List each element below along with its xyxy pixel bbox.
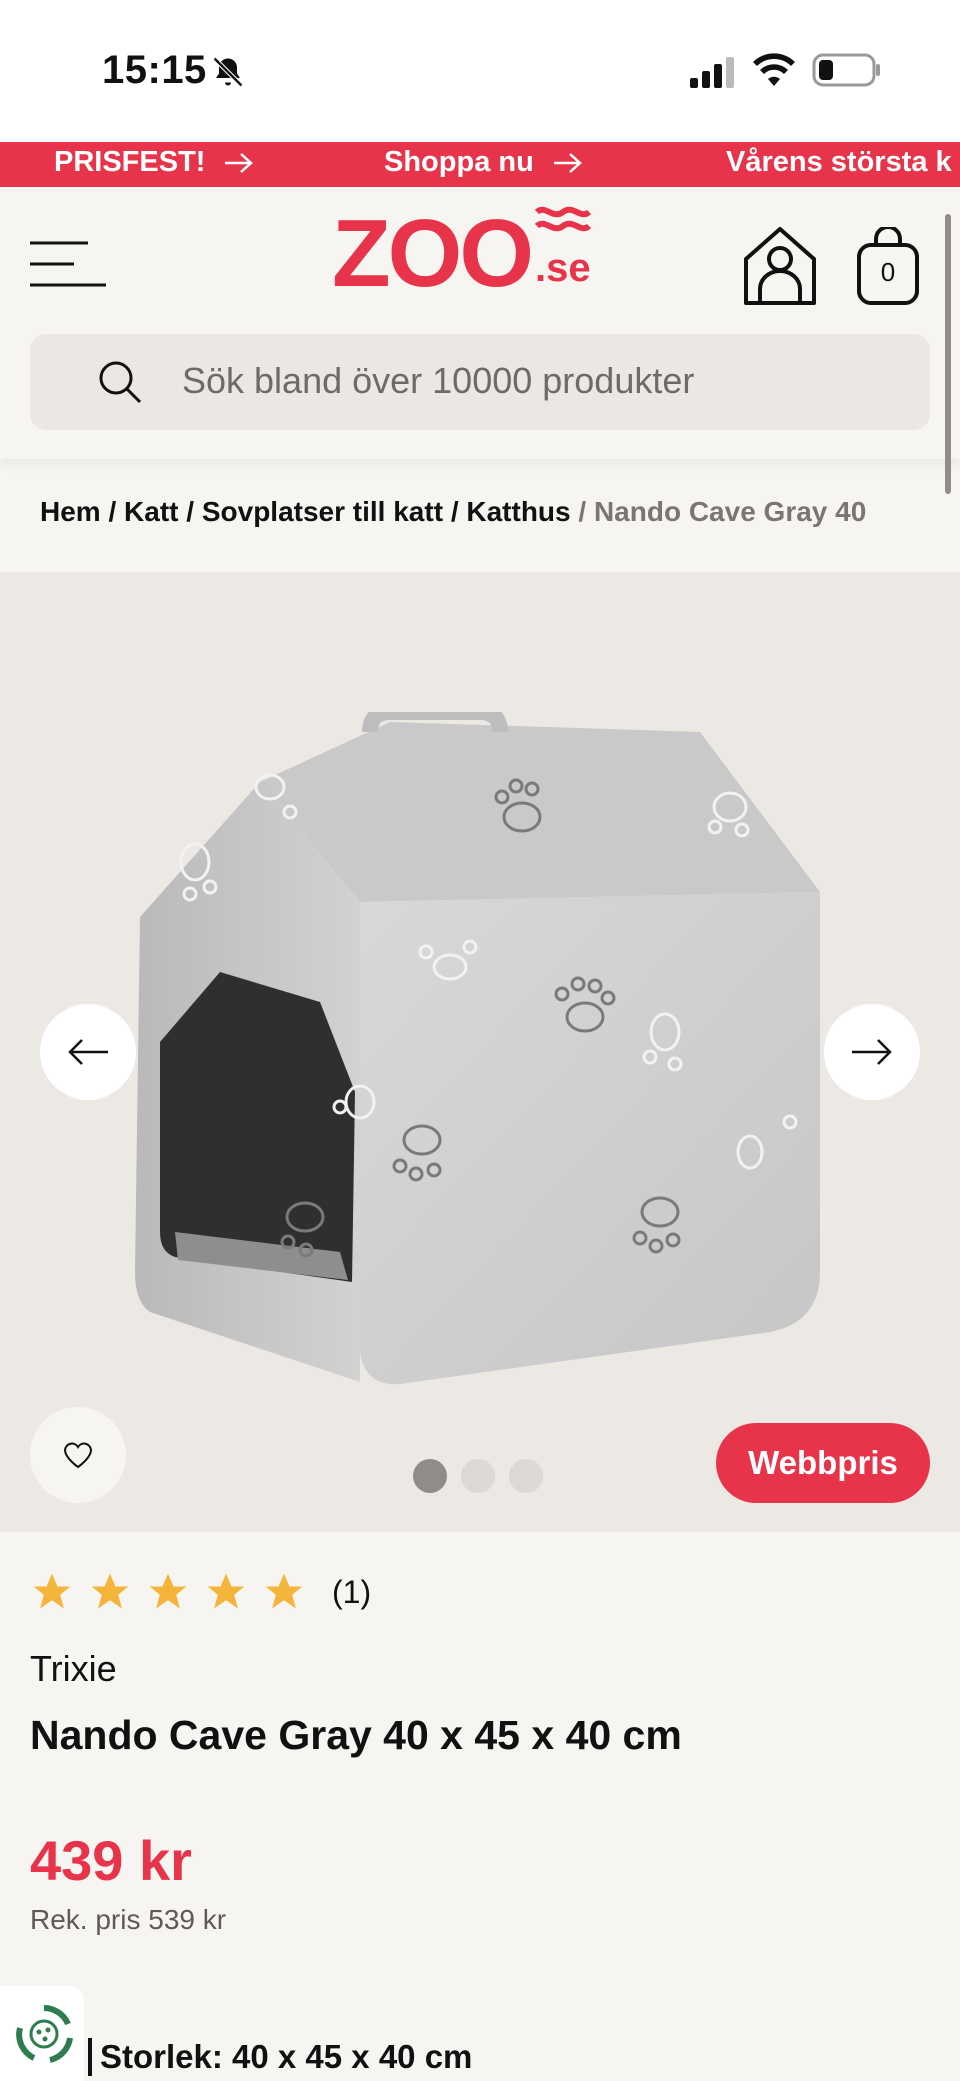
arrow-right-icon [553, 152, 582, 173]
promo-ticker[interactable]: PRISFEST! Shoppa nu Vårens största k [0, 142, 960, 187]
star-icon [207, 1573, 245, 1609]
product-image[interactable] [130, 712, 830, 1392]
scrollbar[interactable] [945, 214, 951, 494]
arrow-left-icon [68, 1039, 108, 1065]
promo-label: Shoppa nu [384, 146, 534, 178]
site-logo[interactable]: ZOO .se [332, 200, 591, 307]
previous-image-button[interactable] [40, 1004, 136, 1100]
logo-suffix: .se [534, 206, 591, 291]
star-icon [265, 1573, 303, 1609]
star-icon [33, 1573, 71, 1609]
heart-icon [63, 1442, 93, 1469]
breadcrumb-item[interactable]: Sovplatser till katt [202, 496, 443, 527]
promo-label: Vårens största k [726, 146, 952, 178]
favorite-button[interactable] [30, 1407, 126, 1503]
bell-slash-icon [212, 56, 244, 88]
logo-waves-icon [534, 206, 591, 232]
search-input[interactable]: Sök bland över 10000 produkter [30, 334, 930, 430]
promo-item[interactable]: PRISFEST! [54, 146, 255, 179]
recycle-icon [16, 2005, 73, 2063]
breadcrumb-separator: / [578, 496, 594, 527]
hamburger-menu-icon[interactable] [28, 239, 108, 289]
signal-icon [690, 57, 734, 88]
breadcrumb-separator: / [108, 496, 125, 527]
breadcrumb-item[interactable]: Hem [40, 496, 101, 527]
arrow-right-icon [225, 152, 254, 173]
eco-badge[interactable] [0, 1986, 84, 2081]
promo-item[interactable]: Vårens största k [726, 146, 952, 179]
search-icon [99, 361, 142, 404]
arrow-right-icon [852, 1039, 892, 1065]
breadcrumb-item[interactable]: Katt [124, 496, 178, 527]
search-placeholder: Sök bland över 10000 produkter [182, 360, 695, 401]
breadcrumb-separator: / [450, 496, 467, 527]
webbpris-badge: Webbpris [716, 1423, 930, 1503]
logo-text: ZOO [332, 200, 534, 307]
product-gallery[interactable]: Webbpris [0, 572, 960, 1532]
star-icon [149, 1573, 187, 1609]
logo-suffix-text: .se [534, 246, 591, 290]
cart-button[interactable]: 0 [856, 227, 920, 307]
star-icon [91, 1573, 129, 1609]
site-header: ZOO .se 0 Sök bland över 10000 produkter [0, 187, 960, 459]
gallery-dots [413, 1459, 543, 1493]
size-divider [88, 2038, 92, 2076]
promo-label: PRISFEST! [54, 146, 206, 178]
gallery-dot[interactable] [413, 1459, 447, 1493]
breadcrumb: Hem / Katt / Sovplatser till katt / Katt… [40, 496, 960, 528]
cart-count: 0 [880, 257, 896, 287]
review-count[interactable]: (1) [332, 1574, 371, 1611]
status-time: 15:15 [102, 48, 207, 92]
product-info: (1) Trixie Nando Cave Gray 40 x 45 x 40 … [0, 1532, 960, 2081]
product-price: 439 kr [30, 1829, 192, 1892]
rating-stars[interactable]: (1) [30, 1570, 371, 1614]
wifi-icon [753, 53, 795, 86]
breadcrumb-separator: / [186, 496, 202, 527]
product-title: Nando Cave Gray 40 x 45 x 40 cm [30, 1712, 682, 1758]
recommended-price: Rek. pris 539 kr [30, 1904, 227, 1935]
product-brand[interactable]: Trixie [30, 1648, 117, 1690]
account-doghouse-icon[interactable] [740, 225, 820, 305]
breadcrumb-current: Nando Cave Gray 40 [593, 496, 867, 527]
size-label: Storlek: 40 x 45 x 40 cm [100, 2038, 473, 2075]
gallery-dot[interactable] [461, 1459, 495, 1493]
status-bar: 15:15 [0, 0, 960, 142]
promo-item[interactable]: Shoppa nu [384, 146, 584, 179]
breadcrumb-item[interactable]: Katthus [466, 496, 570, 527]
gallery-dot[interactable] [509, 1459, 543, 1493]
battery-icon [812, 53, 880, 87]
next-image-button[interactable] [824, 1004, 920, 1100]
